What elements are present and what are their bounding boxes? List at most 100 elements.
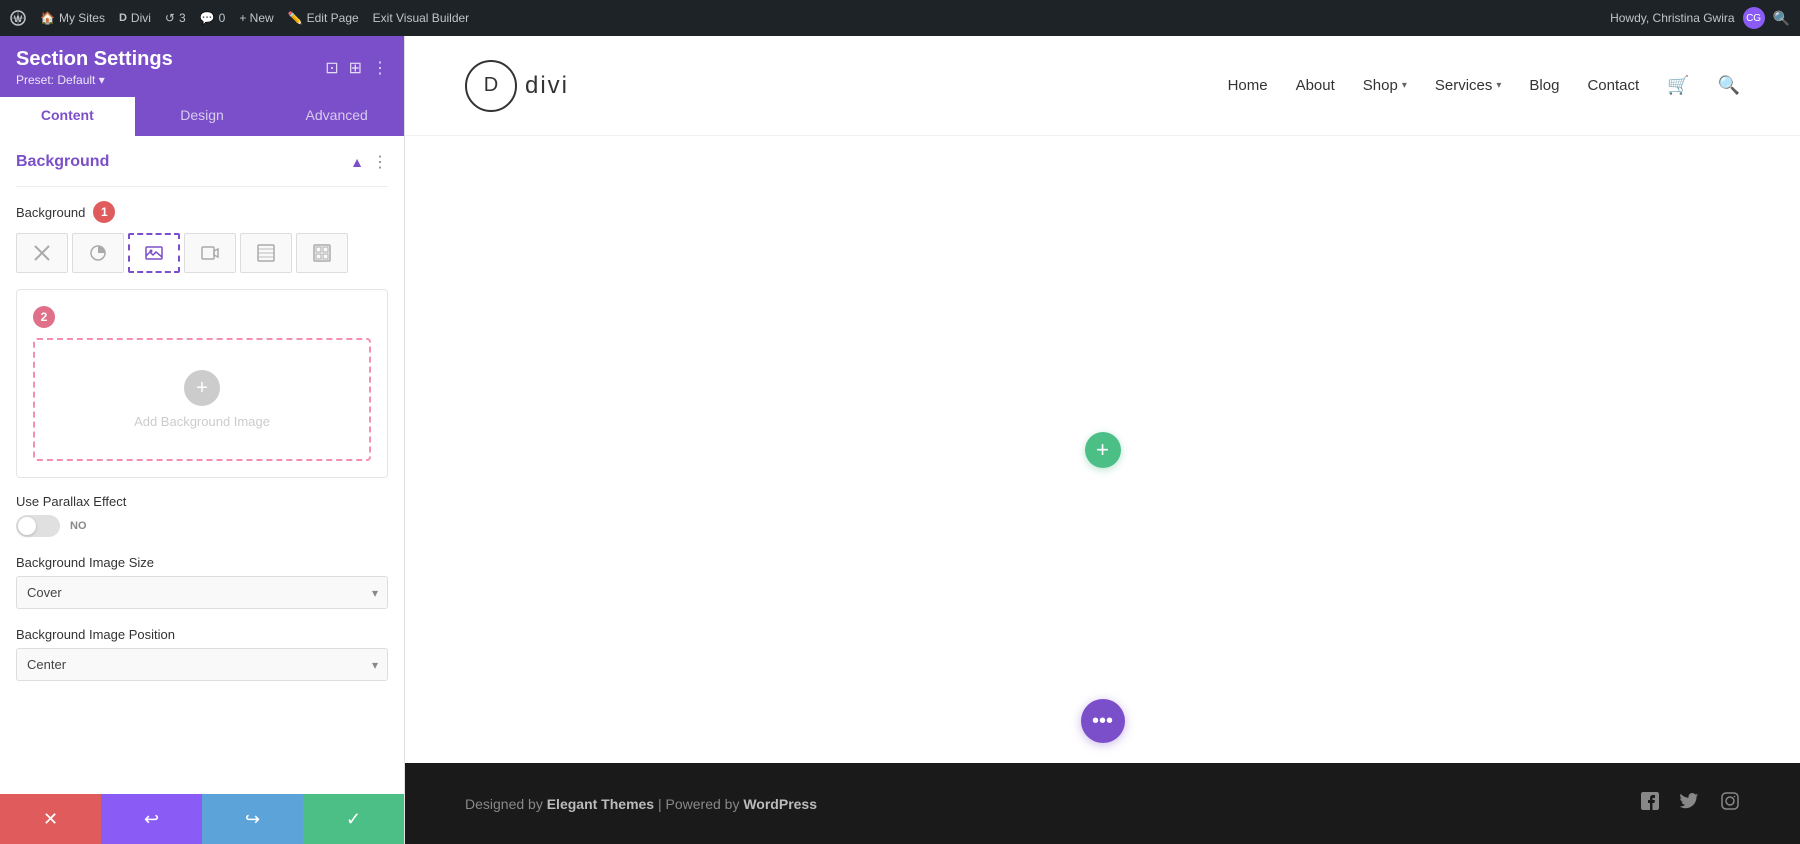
- admin-bar-new[interactable]: + New: [239, 11, 273, 25]
- nav-search-icon[interactable]: 🔍: [1718, 75, 1740, 96]
- add-image-text: Add Background Image: [134, 414, 270, 429]
- nav-contact[interactable]: Contact: [1587, 77, 1639, 94]
- bg-type-none[interactable]: [16, 233, 68, 273]
- toggle-knob: [18, 517, 36, 535]
- panel-header: Section Settings Preset: Default ▾ ⊡ ⊞ ⋮: [0, 36, 404, 97]
- admin-bar-my-sites[interactable]: 🏠 My Sites: [40, 11, 105, 25]
- redo-icon: ↪: [245, 809, 260, 830]
- background-section-header: Background ▲ ⋮: [16, 152, 388, 172]
- panel-header-left: Section Settings Preset: Default ▾: [16, 48, 173, 87]
- tab-design[interactable]: Design: [135, 97, 270, 136]
- my-sites-label: My Sites: [59, 11, 105, 25]
- image-size-select[interactable]: Cover Contain Auto Custom: [16, 576, 388, 609]
- bg-type-image[interactable]: [128, 233, 180, 273]
- admin-bar-wordpress[interactable]: W: [10, 10, 26, 26]
- save-button[interactable]: ✓: [303, 794, 404, 844]
- nav-services-label: Services: [1435, 77, 1493, 94]
- tab-content[interactable]: Content: [0, 97, 135, 136]
- add-image-btn[interactable]: +: [184, 370, 220, 406]
- cart-icon[interactable]: 🛒: [1667, 75, 1689, 96]
- site-footer: Designed by Elegant Themes | Powered by …: [405, 763, 1800, 844]
- image-size-label: Background Image Size: [16, 555, 388, 570]
- footer-elegant-themes: Elegant Themes: [547, 796, 654, 812]
- more-options-button[interactable]: •••: [1081, 699, 1125, 743]
- edit-icon: ✏️: [288, 11, 303, 25]
- content-section: +: [405, 136, 1800, 763]
- section-header-right: ▲ ⋮: [350, 152, 388, 172]
- add-section-icon: +: [1096, 437, 1109, 463]
- split-view-icon[interactable]: ⊞: [349, 58, 362, 78]
- admin-bar: W 🏠 My Sites D Divi ↺ 3 💬 0 + New ✏️ Edi…: [0, 0, 1800, 36]
- image-upload-area: 2 + Add Background Image: [16, 289, 388, 478]
- admin-bar-exit-builder[interactable]: Exit Visual Builder: [373, 11, 470, 25]
- bg-type-gradient[interactable]: [240, 233, 292, 273]
- facebook-icon[interactable]: [1640, 791, 1660, 816]
- footer-text: Designed by Elegant Themes | Powered by …: [465, 796, 817, 812]
- avatar: CG: [1743, 7, 1765, 29]
- panel-preset[interactable]: Preset: Default ▾: [16, 73, 173, 87]
- redo-button[interactable]: ↪: [202, 794, 303, 844]
- responsive-icon[interactable]: ⊡: [325, 58, 338, 78]
- parallax-label: Use Parallax Effect: [16, 494, 388, 509]
- background-section-title: Background: [16, 153, 109, 171]
- nav-about-label: About: [1296, 77, 1335, 94]
- bg-type-color[interactable]: [72, 233, 124, 273]
- bg-type-pattern[interactable]: [296, 233, 348, 273]
- admin-bar-right: Howdy, Christina Gwira CG 🔍: [1610, 7, 1790, 29]
- footer-separator: |: [658, 796, 666, 812]
- panel-header-icons: ⊡ ⊞ ⋮: [325, 58, 388, 78]
- add-section-button[interactable]: +: [1085, 432, 1121, 468]
- panel-content: Background ▲ ⋮ Background 1: [0, 136, 404, 794]
- svg-text:W: W: [14, 14, 23, 24]
- cancel-icon: ✕: [43, 809, 58, 830]
- admin-bar-refresh[interactable]: ↺ 3: [165, 11, 186, 25]
- admin-search-icon[interactable]: 🔍: [1773, 10, 1790, 27]
- background-label-row: Background 1: [16, 201, 388, 223]
- cancel-button[interactable]: ✕: [0, 794, 101, 844]
- footer-wordpress: WordPress: [743, 796, 817, 812]
- admin-greeting: Howdy, Christina Gwira: [1610, 11, 1734, 25]
- edit-page-label: Edit Page: [307, 11, 359, 25]
- admin-bar-edit-page[interactable]: ✏️ Edit Page: [288, 11, 359, 25]
- instagram-icon[interactable]: [1720, 791, 1740, 816]
- nav-blog[interactable]: Blog: [1529, 77, 1559, 94]
- logo-text: divi: [525, 72, 569, 100]
- more-options-icon: •••: [1092, 710, 1113, 733]
- new-label: + New: [239, 11, 273, 25]
- tab-advanced[interactable]: Advanced: [269, 97, 404, 136]
- image-position-select[interactable]: Center Top Left Top Center Top Right Cen…: [16, 648, 388, 681]
- nav-services[interactable]: Services ▾: [1435, 77, 1502, 94]
- admin-bar-comments[interactable]: 💬 0: [200, 11, 226, 25]
- admin-bar-divi[interactable]: D Divi: [119, 11, 151, 25]
- image-position-label: Background Image Position: [16, 627, 388, 642]
- parallax-toggle-label: NO: [70, 520, 87, 532]
- shop-dropdown-arrow: ▾: [1402, 80, 1407, 91]
- footer-designed-by: Designed by: [465, 796, 543, 812]
- collapse-icon[interactable]: ▲: [350, 154, 364, 170]
- panel-title: Section Settings: [16, 48, 173, 71]
- parallax-toggle[interactable]: [16, 515, 60, 537]
- undo-button[interactable]: ↩: [101, 794, 202, 844]
- logo-circle: D: [465, 60, 517, 112]
- save-icon: ✓: [346, 809, 361, 830]
- badge-2: 2: [33, 306, 55, 328]
- image-upload-box[interactable]: + Add Background Image: [33, 338, 371, 461]
- image-size-wrapper: Cover Contain Auto Custom ▾: [16, 576, 388, 609]
- nav-home[interactable]: Home: [1228, 77, 1268, 94]
- section-more-icon[interactable]: ⋮: [372, 152, 388, 172]
- twitter-icon[interactable]: [1680, 791, 1700, 816]
- divi-icon: D: [119, 12, 127, 24]
- nav-home-label: Home: [1228, 77, 1268, 94]
- nav-contact-label: Contact: [1587, 77, 1639, 94]
- services-dropdown-arrow: ▾: [1496, 80, 1501, 91]
- logo-letter: D: [484, 74, 498, 97]
- background-type-tabs: [16, 233, 388, 273]
- site-nav: Home About Shop ▾ Services ▾ Blog Contac: [1228, 75, 1740, 96]
- more-panel-icon[interactable]: ⋮: [372, 58, 388, 78]
- nav-about[interactable]: About: [1296, 77, 1335, 94]
- bg-type-video[interactable]: [184, 233, 236, 273]
- image-position-wrapper: Center Top Left Top Center Top Right Cen…: [16, 648, 388, 681]
- footer-social: [1640, 791, 1740, 816]
- nav-shop[interactable]: Shop ▾: [1363, 77, 1407, 94]
- parallax-field: Use Parallax Effect NO: [16, 494, 388, 537]
